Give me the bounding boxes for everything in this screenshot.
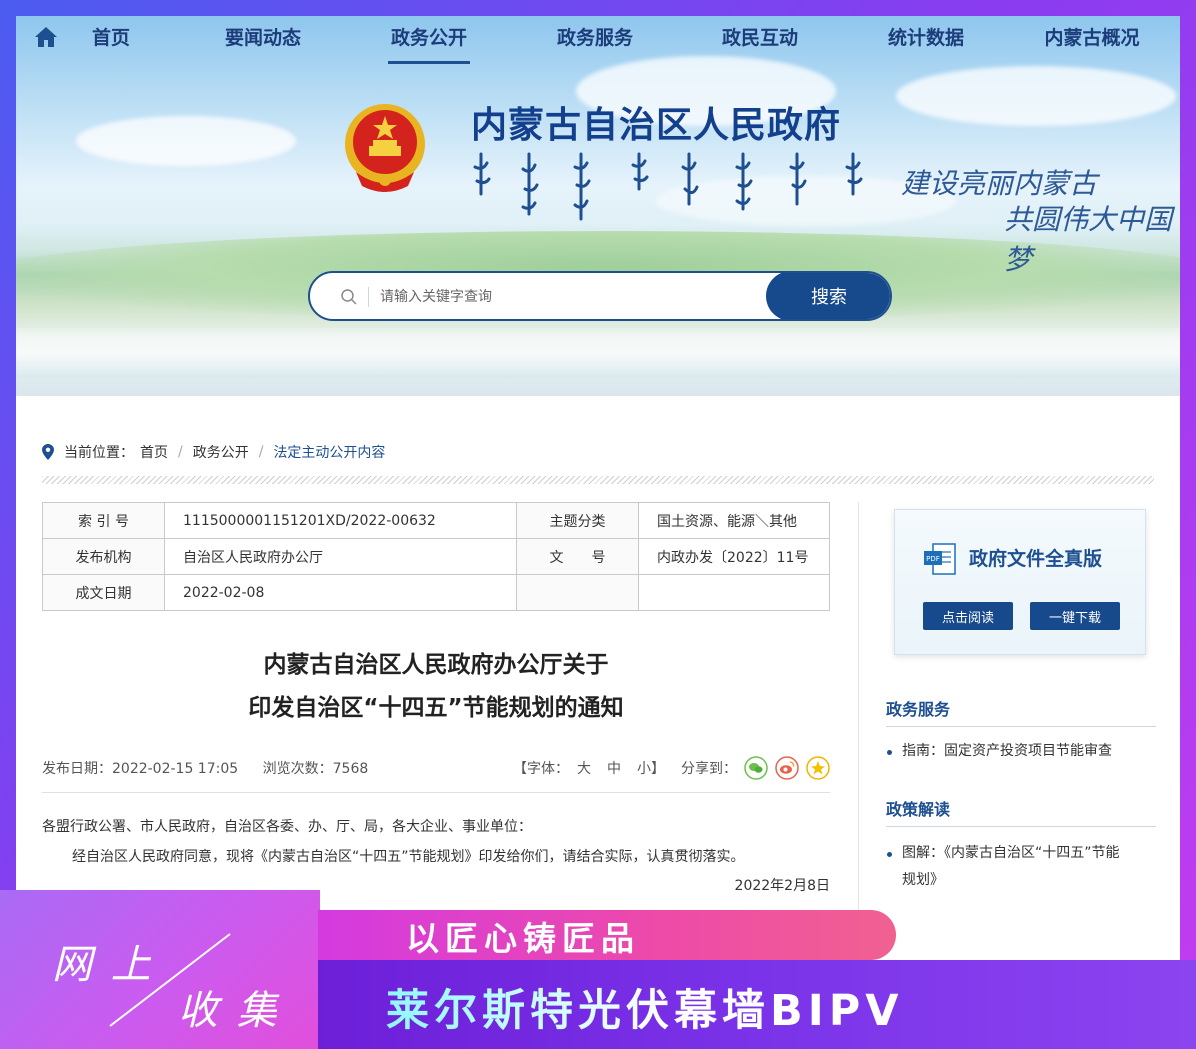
wechat-share-icon[interactable] bbox=[744, 756, 768, 780]
meta-empty-cell bbox=[516, 574, 639, 611]
meta-empty-cell bbox=[638, 574, 830, 611]
nav-item-interaction[interactable]: 政民互动 bbox=[719, 24, 801, 64]
breadcrumb-prefix: 当前位置： bbox=[64, 445, 134, 461]
table-row: 成文日期 2022-02-08 bbox=[42, 574, 830, 611]
weibo-share-icon[interactable] bbox=[775, 756, 799, 780]
view-count: 浏览次数：7568 bbox=[262, 761, 369, 777]
font-size-large[interactable]: 大 bbox=[577, 758, 591, 778]
meta-value: 国土资源、能源＼其他 bbox=[638, 502, 830, 539]
download-button[interactable]: 一键下载 bbox=[1030, 602, 1120, 630]
promo-tagline: 以匠心铸匠品 bbox=[406, 919, 640, 958]
full-document-box: PDF 政府文件全真版 点击阅读 一键下载 bbox=[894, 509, 1146, 655]
breadcrumb-separator: / bbox=[258, 444, 264, 460]
promo-brand: 莱尔斯特光伏幕墙BIPV bbox=[386, 976, 904, 1038]
meta-label: 文 号 bbox=[516, 538, 639, 575]
share-label: 分享到： bbox=[681, 761, 737, 777]
nav-item-news[interactable]: 要闻动态 bbox=[222, 24, 304, 64]
qzone-share-icon[interactable] bbox=[806, 756, 830, 780]
sidebar-section-policy: 政策解读 bbox=[886, 800, 951, 819]
site-title: 内蒙古自治区人民政府 bbox=[471, 105, 842, 146]
home-icon[interactable] bbox=[34, 26, 58, 48]
meta-value: 2022-02-08 bbox=[164, 574, 517, 611]
sidebar-divider bbox=[886, 826, 1156, 827]
nav-item-gov-open[interactable]: 政务公开 bbox=[388, 24, 470, 64]
nav-item-home[interactable]: 首页 bbox=[78, 24, 144, 64]
table-row: 发布机构 自治区人民政府办公厅 文 号 内政办发〔2022〕11号 bbox=[42, 538, 830, 575]
breadcrumb-gov-open[interactable]: 政务公开 bbox=[193, 442, 249, 462]
meta-label: 主题分类 bbox=[516, 502, 639, 539]
article-info-bar: 发布日期：2022-02-15 17:05 浏览次数：7568 【字体： 大 中… bbox=[42, 756, 830, 780]
nav-item-gov-service[interactable]: 政务服务 bbox=[554, 24, 636, 64]
font-size-small[interactable]: 小】 bbox=[637, 758, 665, 778]
search-bar: 搜索 bbox=[308, 271, 892, 321]
breadcrumb-current[interactable]: 法定主动公开内容 bbox=[273, 442, 385, 462]
meta-value: 1115000001151201XD/2022-00632 bbox=[164, 502, 517, 539]
article-title-line1: 内蒙古自治区人民政府办公厅关于 bbox=[263, 652, 609, 678]
article-paragraph: 经自治区人民政府同意，现将《内蒙古自治区“十四五”节能规划》印发给你们，请结合实… bbox=[72, 849, 745, 865]
national-emblem-icon bbox=[345, 104, 425, 192]
sidebar-link[interactable]: 图解：《内蒙古自治区“十四五”节能 规划》 bbox=[886, 840, 1156, 894]
column-divider bbox=[858, 502, 859, 932]
search-input[interactable] bbox=[380, 283, 760, 311]
slogan-line1: 建设亮丽内蒙古 bbox=[901, 167, 1098, 200]
table-row: 索 引 号 1115000001151201XD/2022-00632 主题分类… bbox=[42, 502, 830, 539]
publish-date: 发布日期：2022-02-15 17:05 bbox=[42, 761, 239, 777]
pdf-file-icon: PDF bbox=[924, 543, 956, 575]
breadcrumb-separator: / bbox=[178, 444, 183, 460]
svg-text:PDF: PDF bbox=[926, 555, 940, 563]
meta-label: 发布机构 bbox=[42, 538, 165, 575]
font-size-label: 【字体： bbox=[513, 761, 569, 777]
article-title-line2: 印发自治区“十四五”节能规划的通知 bbox=[248, 695, 624, 721]
search-button[interactable]: 搜索 bbox=[766, 273, 890, 319]
full-document-title: 政府文件全真版 bbox=[969, 548, 1103, 570]
mongolian-script-title bbox=[473, 152, 863, 221]
meta-value: 内政办发〔2022〕11号 bbox=[638, 538, 830, 575]
read-online-button[interactable]: 点击阅读 bbox=[923, 602, 1013, 630]
document-meta-table: 索 引 号 1115000001151201XD/2022-00632 主题分类… bbox=[42, 502, 830, 611]
meta-value: 自治区人民政府办公厅 bbox=[164, 538, 517, 575]
sidebar-section-gov-service: 政务服务 bbox=[886, 700, 951, 719]
watermark-line1: 网 上 bbox=[52, 942, 154, 988]
watermark-line2: 收 集 bbox=[178, 988, 280, 1034]
meta-label: 索 引 号 bbox=[42, 502, 165, 539]
location-pin-icon bbox=[42, 444, 54, 460]
article-divider bbox=[42, 792, 830, 793]
article-salutation: 各盟行政公署、市人民政府，自治区各委、办、厅、局，各大企业、事业单位： bbox=[42, 819, 532, 835]
sidebar-divider bbox=[886, 726, 1156, 727]
sidebar-link[interactable]: 指南：固定资产投资项目节能审查 bbox=[886, 738, 1156, 765]
hatch-divider bbox=[42, 476, 1154, 484]
header-banner: 首页 要闻动态 政务公开 政务服务 政民互动 统计数据 内蒙古概况 内蒙古自治区… bbox=[16, 16, 1180, 396]
nav-item-overview[interactable]: 内蒙古概况 bbox=[1040, 24, 1144, 64]
breadcrumb: 当前位置： 首页 / 政务公开 / 法定主动公开内容 bbox=[42, 441, 385, 463]
font-size-medium[interactable]: 中 bbox=[607, 758, 621, 778]
article-title: 内蒙古自治区人民政府办公厅关于 印发自治区“十四五”节能规划的通知 bbox=[42, 644, 830, 730]
nav-item-statistics[interactable]: 统计数据 bbox=[885, 24, 967, 64]
promo-banner: 网 上 收 集 以匠心铸匠品 莱尔斯特光伏幕墙BIPV bbox=[0, 890, 1196, 1049]
breadcrumb-home[interactable]: 首页 bbox=[140, 442, 168, 462]
slogan-line2: 共圆伟大中国梦 bbox=[1004, 203, 1173, 276]
meta-label: 成文日期 bbox=[42, 574, 165, 611]
sidebar-link-line1: 图解：《内蒙古自治区“十四五”节能 bbox=[902, 845, 1120, 861]
search-icon bbox=[341, 289, 357, 305]
main-nav: 首页 要闻动态 政务公开 政务服务 政民互动 统计数据 内蒙古概况 bbox=[16, 16, 1180, 64]
